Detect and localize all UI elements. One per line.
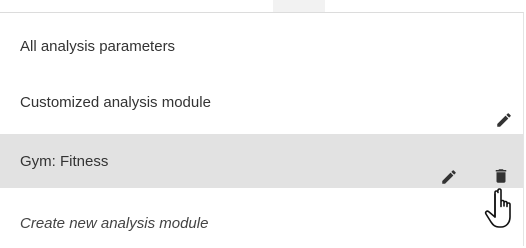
menu-item-create-new-analysis-module[interactable]: Create new analysis module: [0, 198, 523, 248]
pencil-icon: [442, 170, 456, 184]
delete-gym-fitness-button[interactable]: [488, 163, 514, 189]
edit-gym-fitness-button[interactable]: [436, 164, 462, 190]
trash-icon: [495, 169, 507, 183]
menu-item-label: All analysis parameters: [20, 37, 176, 55]
menu-item-label: Customized analysis module: [20, 93, 211, 111]
top-tab-stub: [273, 0, 325, 12]
menu-item-all-analysis-parameters[interactable]: All analysis parameters: [0, 21, 523, 71]
pencil-icon: [497, 113, 511, 127]
edit-customized-module-button[interactable]: [491, 107, 517, 133]
menu-item-label: Gym: Fitness: [20, 152, 109, 170]
menu-item-customized-analysis-module[interactable]: Customized analysis module: [0, 77, 523, 127]
menu-item-label: Create new analysis module: [20, 214, 209, 232]
analysis-module-menu: All analysis parameters Customized analy…: [0, 12, 524, 246]
